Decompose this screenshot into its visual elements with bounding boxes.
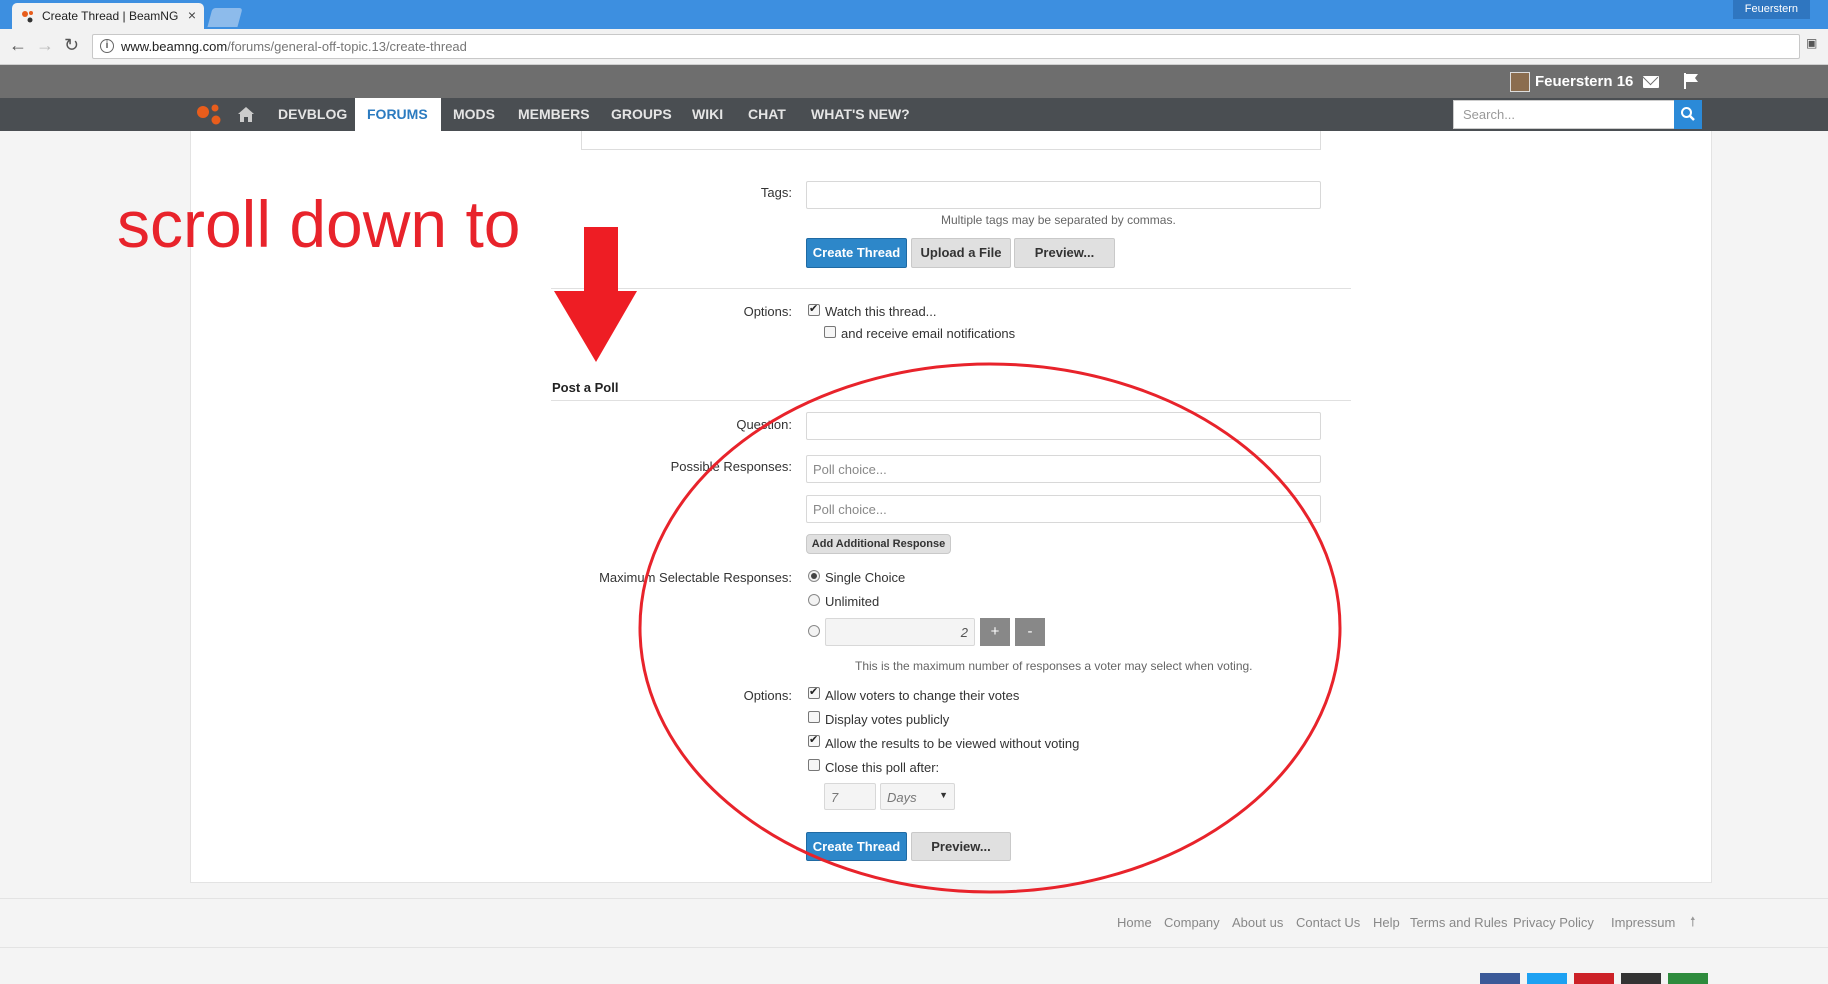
- create-thread-button[interactable]: Create Thread: [806, 238, 907, 268]
- username[interactable]: Feuerstern 16: [1535, 73, 1633, 90]
- avatar[interactable]: [1510, 72, 1530, 92]
- max-responses-hint: This is the maximum number of responses …: [855, 659, 1253, 673]
- flag-icon[interactable]: [1684, 73, 1698, 89]
- upload-file-button[interactable]: Upload a File: [911, 238, 1011, 268]
- nav-members[interactable]: MEMBERS: [506, 98, 602, 131]
- options-label: Options:: [743, 304, 792, 319]
- annotation-text: scroll down to: [117, 187, 521, 261]
- view-without-voting-label: Allow the results to be viewed without v…: [825, 736, 1080, 751]
- max-responses-input[interactable]: 2: [825, 618, 975, 646]
- github-icon[interactable]: [1621, 973, 1661, 984]
- increment-button[interactable]: +: [980, 618, 1010, 646]
- address-bar: ← → ↻ i www.beamng.com/forums/general-of…: [0, 29, 1828, 65]
- search-icon: [1681, 107, 1695, 121]
- nav-forums[interactable]: FORUMS: [355, 98, 441, 131]
- profile-badge[interactable]: Feuerstern: [1732, 0, 1810, 19]
- footer-link-terms[interactable]: Terms and Rules: [1410, 915, 1508, 930]
- beamng-favicon-icon: [22, 11, 33, 23]
- footer-link-home[interactable]: Home: [1117, 915, 1152, 930]
- mail-icon[interactable]: [1643, 76, 1659, 88]
- youtube-icon[interactable]: [1574, 973, 1614, 984]
- poll-choice-input[interactable]: Poll choice...: [806, 495, 1321, 523]
- question-label: Question:: [736, 417, 792, 432]
- search-button[interactable]: [1674, 100, 1702, 129]
- preview-bottom-button[interactable]: Preview...: [911, 832, 1011, 861]
- url-path: /forums/general-off-topic.13/create-thre…: [227, 39, 467, 54]
- poll-options-label: Options:: [743, 688, 792, 703]
- close-poll-checkbox[interactable]: [808, 759, 820, 771]
- close-unit-select[interactable]: Days ▼: [880, 783, 955, 810]
- info-icon[interactable]: i: [100, 39, 114, 53]
- nav-chat[interactable]: CHAT: [736, 98, 798, 131]
- url-domain: www.beamng.com: [121, 39, 228, 54]
- footer-link-privacy[interactable]: Privacy Policy: [1513, 915, 1594, 930]
- facebook-icon[interactable]: [1480, 973, 1520, 984]
- footer: Home Company About us Contact Us Help Te…: [0, 898, 1828, 948]
- tags-input[interactable]: [806, 181, 1321, 209]
- responses-label: Possible Responses:: [670, 459, 792, 474]
- allow-change-checkbox[interactable]: [808, 685, 820, 699]
- close-poll-label: Close this poll after:: [825, 760, 940, 775]
- watch-thread-label: Watch this thread...: [825, 304, 937, 319]
- email-notifications-label: and receive email notifications: [841, 326, 1016, 341]
- display-public-checkbox[interactable]: [808, 711, 820, 723]
- view-without-voting-checkbox[interactable]: [808, 733, 820, 747]
- poll-section-title: Post a Poll: [552, 380, 619, 395]
- unlimited-label: Unlimited: [825, 594, 880, 609]
- twitter-icon[interactable]: [1527, 973, 1567, 984]
- preview-button[interactable]: Preview...: [1014, 238, 1115, 268]
- email-notifications-checkbox[interactable]: [824, 326, 836, 338]
- beamng-logo-icon[interactable]: [196, 103, 224, 127]
- back-arrow-icon[interactable]: ←: [9, 36, 27, 54]
- add-response-button[interactable]: Add Additional Response: [806, 534, 951, 554]
- url-input[interactable]: i www.beamng.com/forums/general-off-topi…: [92, 34, 1800, 59]
- close-days-input[interactable]: 7: [824, 783, 876, 810]
- watch-thread-checkbox[interactable]: [808, 302, 820, 316]
- footer-link-contact[interactable]: Contact Us: [1296, 915, 1360, 930]
- footer-link-about[interactable]: About us: [1232, 915, 1283, 930]
- decrement-button[interactable]: -: [1015, 618, 1045, 646]
- footer-link-help[interactable]: Help: [1373, 915, 1400, 930]
- display-public-label: Display votes publicly: [825, 712, 950, 727]
- footer-link-company[interactable]: Company: [1164, 915, 1220, 930]
- close-unit-value: Days: [887, 790, 917, 805]
- tags-label: Tags:: [760, 185, 792, 200]
- nav-groups[interactable]: GROUPS: [599, 98, 684, 131]
- custom-limit-radio[interactable]: [808, 625, 820, 637]
- close-tab-icon[interactable]: ×: [188, 7, 196, 23]
- social-icon[interactable]: [1668, 973, 1708, 984]
- allow-change-label: Allow voters to change their votes: [825, 688, 1020, 703]
- footer-link-impressum[interactable]: Impressum: [1611, 915, 1675, 930]
- dropdown-arrow-icon: ▼: [939, 790, 948, 800]
- unlimited-radio[interactable]: [808, 594, 820, 606]
- user-bar: Feuerstern 16: [0, 65, 1828, 98]
- create-thread-bottom-button[interactable]: Create Thread: [806, 832, 907, 861]
- tags-hint: Multiple tags may be separated by commas…: [941, 213, 1176, 227]
- browser-tab[interactable]: Create Thread | BeamNG ×: [12, 3, 204, 29]
- reload-icon[interactable]: ↻: [64, 36, 79, 54]
- single-choice-radio[interactable]: [808, 570, 820, 582]
- nav-devblog[interactable]: DEVBLOG: [266, 98, 359, 131]
- message-editor[interactable]: [581, 131, 1321, 150]
- tab-title: Create Thread | BeamNG: [42, 9, 179, 23]
- question-input[interactable]: [806, 412, 1321, 440]
- nav-mods[interactable]: MODS: [441, 98, 507, 131]
- max-responses-label: Maximum Selectable Responses:: [599, 570, 792, 585]
- nav-wiki[interactable]: WIKI: [680, 98, 735, 131]
- new-tab-button[interactable]: [207, 8, 243, 27]
- search-input[interactable]: Search...: [1453, 100, 1702, 129]
- scroll-top-arrow-icon[interactable]: 🠕: [1690, 913, 1696, 935]
- poll-choice-input[interactable]: Poll choice...: [806, 455, 1321, 483]
- translate-icon[interactable]: ▣: [1806, 36, 1817, 50]
- divider: [551, 288, 1351, 289]
- divider: [551, 400, 1351, 401]
- single-choice-label: Single Choice: [825, 570, 906, 585]
- browser-tab-bar: Create Thread | BeamNG × Feuerstern: [0, 0, 1828, 29]
- home-icon[interactable]: [238, 107, 254, 122]
- forward-arrow-icon[interactable]: →: [36, 36, 54, 54]
- nav-whats-new[interactable]: WHAT'S NEW?: [799, 98, 922, 131]
